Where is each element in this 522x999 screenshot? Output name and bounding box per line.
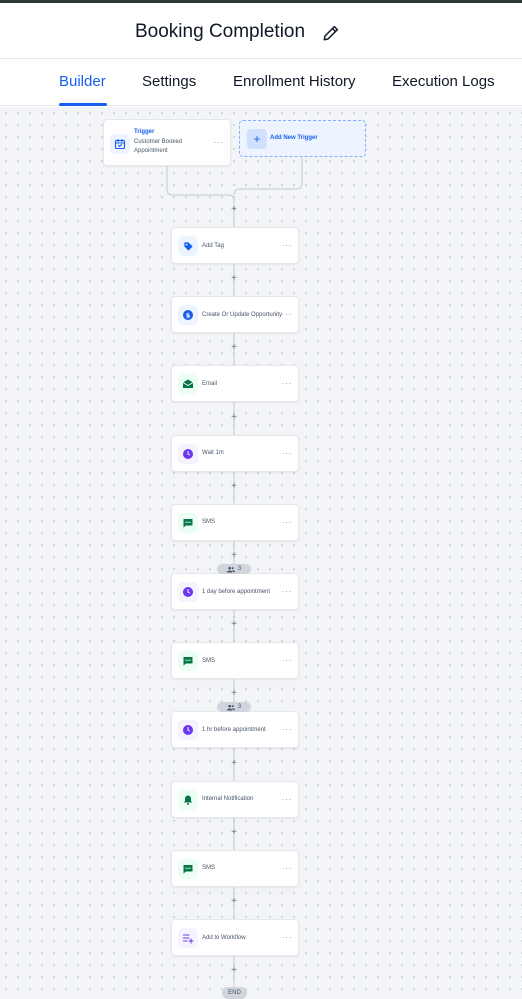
action-more-icon[interactable]: ··· [282, 448, 293, 458]
tag-icon [178, 236, 198, 256]
add-step-plus[interactable]: + [229, 412, 239, 423]
workflow-canvas[interactable]: Trigger Customer Booked Appointment ··· … [0, 107, 522, 999]
add-step-plus[interactable]: + [229, 758, 239, 769]
add-step-plus[interactable]: + [229, 205, 239, 215]
action-label: Internal Notification [202, 796, 254, 803]
chat-icon [178, 512, 198, 533]
action-more-icon[interactable]: ··· [282, 309, 293, 319]
action-label: SMS [202, 865, 216, 872]
action-more-icon[interactable]: ··· [282, 586, 293, 596]
trigger-more-icon[interactable]: ··· [214, 137, 225, 147]
end-marker: END [222, 987, 247, 999]
tab-settings[interactable]: Settings [142, 73, 196, 90]
svg-text:$: $ [186, 311, 191, 319]
calendar-check-icon [110, 134, 130, 154]
action-card[interactable]: Wait 1m ··· [171, 434, 299, 472]
pencil-icon[interactable] [322, 24, 340, 42]
add-step-plus[interactable]: + [229, 897, 239, 907]
action-label: Wait 1m [202, 450, 224, 457]
workflow-header: Booking Completion [0, 3, 522, 59]
users-icon [226, 704, 235, 710]
add-step-plus[interactable]: + [229, 551, 239, 561]
dollar-icon: $ [178, 305, 198, 326]
add-step-plus[interactable]: + [229, 343, 239, 353]
action-label: SMS [202, 519, 216, 526]
action-card[interactable]: Add to Workflow ··· [171, 919, 299, 956]
contact-count: 3 [237, 566, 242, 572]
action-more-icon[interactable]: ··· [282, 794, 293, 804]
add-new-trigger-button[interactable]: + Add New Trigger [239, 120, 366, 157]
users-icon [226, 566, 235, 572]
action-label: SMS [202, 657, 216, 664]
add-step-plus[interactable]: + [229, 481, 239, 492]
action-card[interactable]: SMS ··· [171, 642, 299, 680]
action-more-icon[interactable]: ··· [282, 655, 293, 665]
contact-count-pill[interactable]: 3 [217, 564, 251, 574]
action-more-icon[interactable]: ··· [282, 240, 293, 250]
plus-icon: + [247, 129, 267, 149]
action-card[interactable]: $ Create Or Update Opportunity ··· [171, 296, 299, 334]
action-card[interactable]: SMS ··· [171, 849, 299, 887]
action-more-icon[interactable]: ··· [282, 932, 293, 942]
chat-icon [178, 651, 198, 672]
action-label: 1 hr before appointment [202, 726, 266, 733]
action-label: Create Or Update Opportunity [202, 311, 283, 318]
action-card[interactable]: Internal Notification ··· [171, 780, 299, 818]
envelope-icon [178, 374, 198, 395]
contact-count-pill[interactable]: 3 [217, 702, 251, 712]
tab-enrollment-history[interactable]: Enrollment History [233, 73, 356, 90]
tab-bar: Builder Settings Enrollment History Exec… [0, 59, 522, 106]
add-step-plus[interactable]: + [229, 620, 239, 630]
action-more-icon[interactable]: ··· [282, 863, 293, 873]
contact-count: 3 [237, 704, 242, 710]
action-card[interactable]: 1 hr before appointment ··· [171, 711, 299, 749]
workflow-title: Booking Completion [135, 21, 306, 42]
tab-builder[interactable]: Builder [59, 73, 106, 90]
clock-icon [178, 720, 198, 741]
add-step-plus[interactable]: + [229, 966, 239, 976]
active-tab-indicator [59, 103, 107, 106]
action-more-icon[interactable]: ··· [282, 724, 293, 734]
clock-icon [178, 582, 198, 602]
tab-execution-logs[interactable]: Execution Logs [392, 73, 495, 90]
action-label: Add Tag [202, 242, 224, 249]
list-plus-icon [178, 928, 198, 948]
add-step-plus[interactable]: + [229, 274, 239, 284]
action-more-icon[interactable]: ··· [282, 378, 293, 388]
action-label: Add to Workflow [202, 934, 246, 941]
action-label: 1 day before appointment [202, 588, 271, 595]
bell-icon [178, 789, 198, 810]
action-card[interactable]: Add Tag ··· [171, 227, 299, 264]
action-more-icon[interactable]: ··· [282, 517, 293, 527]
action-card[interactable]: Email ··· [171, 365, 299, 403]
clock-icon [178, 443, 198, 464]
trigger-heading: Trigger [134, 129, 155, 135]
add-step-plus[interactable]: + [229, 827, 239, 838]
add-step-plus[interactable]: + [229, 689, 239, 699]
action-card[interactable]: 1 day before appointment ··· [171, 573, 299, 610]
trigger-card[interactable]: Trigger Customer Booked Appointment ··· [103, 119, 231, 166]
action-card[interactable]: SMS ··· [171, 503, 299, 541]
add-new-trigger-label: Add New Trigger [270, 135, 318, 141]
trigger-name: Customer Booked Appointment [134, 139, 183, 154]
action-label: Email [202, 380, 218, 387]
chat-icon [178, 858, 198, 879]
